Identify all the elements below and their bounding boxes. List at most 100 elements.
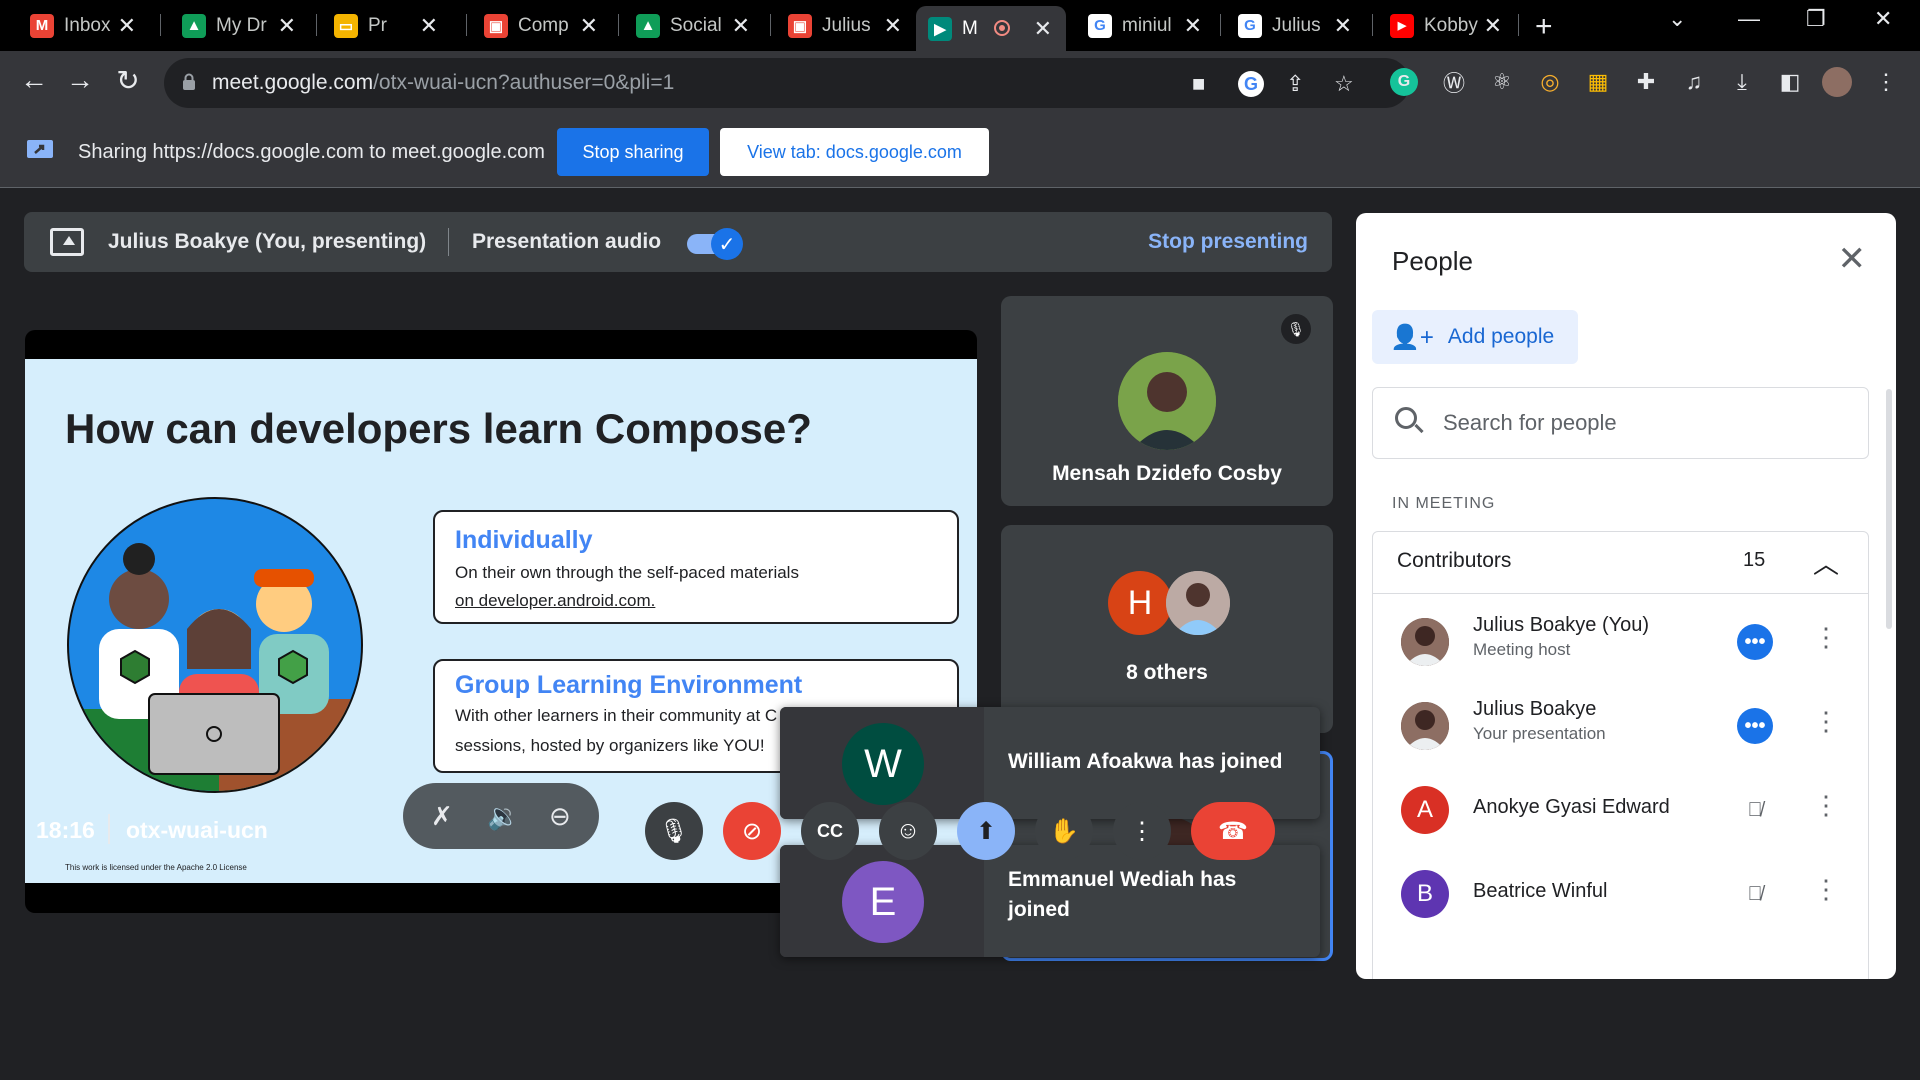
presentation-audio-toggle[interactable]: ✓ bbox=[687, 228, 743, 260]
cookie-extension-icon[interactable]: ◎ bbox=[1534, 66, 1566, 98]
download-icon[interactable]: ⤓ bbox=[1726, 66, 1758, 98]
audio-level-icon: ••• bbox=[1737, 708, 1773, 744]
more-vert-icon[interactable]: ⋮ bbox=[1813, 790, 1839, 821]
notes-extension-icon[interactable]: ▦ bbox=[1582, 66, 1614, 98]
close-icon[interactable]: ✕ bbox=[1484, 13, 1502, 39]
more-vert-icon[interactable]: ⋮ bbox=[1813, 874, 1839, 905]
restore-icon[interactable]: ❐ bbox=[1806, 6, 1826, 32]
add-person-icon: 👤+ bbox=[1390, 323, 1434, 351]
lock-icon bbox=[183, 73, 195, 90]
close-icon[interactable]: ✕ bbox=[1334, 13, 1352, 39]
participant-row: B Beatrice Winful 🎙̸ ⋮ bbox=[1373, 852, 1868, 936]
close-icon[interactable]: ✕ bbox=[1838, 239, 1867, 279]
captions-button[interactable]: CC bbox=[801, 802, 859, 860]
group-count: 15 bbox=[1743, 549, 1766, 571]
minimize-icon[interactable]: — bbox=[1738, 6, 1760, 32]
camera-off-button[interactable]: ⊘ bbox=[723, 802, 781, 860]
remove-icon[interactable]: ⊖ bbox=[549, 801, 571, 832]
participant-role: Your presentation bbox=[1473, 724, 1606, 743]
close-icon[interactable]: ✕ bbox=[278, 13, 296, 39]
back-icon[interactable]: ← bbox=[16, 64, 52, 96]
emoji-icon: ☺ bbox=[895, 817, 921, 844]
tab-meet-active[interactable]: ▶ M ✕ bbox=[916, 6, 1066, 51]
close-icon[interactable]: ✕ bbox=[1034, 16, 1052, 42]
participant-tile[interactable]: 🎙 Mensah Dzidefo Cosby bbox=[1001, 296, 1333, 506]
tab-miniul[interactable]: G miniul ✕ bbox=[1076, 8, 1216, 43]
meet-stage: Julius Boakye (You, presenting) Presenta… bbox=[0, 189, 1920, 1080]
participant-row: Julius Boakye (You) Meeting host ••• ⋮ bbox=[1373, 600, 1868, 684]
tab-inbox[interactable]: M Inbox ✕ bbox=[18, 8, 150, 43]
hand-icon: ✋ bbox=[1049, 817, 1079, 845]
reload-icon[interactable]: ↻ bbox=[110, 64, 146, 97]
tab-compose[interactable]: ▣ Comp ✕ bbox=[472, 8, 612, 43]
chevron-up-icon[interactable]: ︿ bbox=[1813, 544, 1839, 581]
tab-social[interactable]: ▲ Social ✕ bbox=[624, 8, 764, 43]
window-close-icon[interactable]: ✕ bbox=[1874, 6, 1892, 32]
tab-presentation[interactable]: ▭ Pr ✕ bbox=[322, 8, 452, 43]
hang-up-icon: ☎ bbox=[1218, 817, 1248, 845]
present-now-button[interactable]: ⬆ bbox=[957, 802, 1015, 860]
tab-sharing-bar: Sharing https://docs.google.com to meet.… bbox=[0, 115, 1920, 188]
add-people-button[interactable]: 👤+ Add people bbox=[1372, 310, 1578, 364]
contributors-header[interactable]: Contributors 15 ︿ bbox=[1373, 532, 1868, 594]
chrome-menu-icon[interactable]: ⋮ bbox=[1870, 66, 1902, 98]
new-tab-button[interactable]: + bbox=[1535, 10, 1553, 44]
raise-hand-button[interactable]: ✋ bbox=[1035, 802, 1093, 860]
react-devtools-icon[interactable]: ⚛ bbox=[1486, 66, 1518, 98]
youtube-icon: ▶ bbox=[1390, 13, 1414, 38]
bookmark-star-icon[interactable]: ☆ bbox=[1334, 71, 1354, 97]
more-options-button[interactable]: ⋮ bbox=[1113, 802, 1171, 860]
meeting-code: otx-wuai-ucn bbox=[126, 817, 268, 843]
view-tab-button[interactable]: View tab: docs.google.com bbox=[720, 128, 989, 176]
avatar bbox=[1166, 571, 1230, 635]
check-icon: ✓ bbox=[711, 228, 743, 260]
share-icon[interactable]: ⇪ bbox=[1286, 71, 1304, 97]
close-icon[interactable]: ✕ bbox=[420, 13, 438, 39]
camera-icon[interactable]: ■ bbox=[1192, 71, 1205, 97]
wordpress-extension-icon[interactable]: Ⓦ bbox=[1438, 66, 1470, 98]
profile-avatar[interactable] bbox=[1822, 67, 1852, 97]
volume-icon[interactable]: 🔉 bbox=[487, 801, 519, 832]
avatar: W bbox=[842, 723, 924, 805]
close-icon[interactable]: ✕ bbox=[1184, 13, 1202, 39]
forward-icon[interactable]: → bbox=[62, 64, 98, 96]
join-notification: E Emmanuel Wediah has joined bbox=[780, 845, 1320, 957]
extensions-puzzle-icon[interactable]: ✚ bbox=[1630, 66, 1662, 98]
google-lens-icon[interactable]: G bbox=[1238, 71, 1264, 97]
tab-julius-search[interactable]: G Julius ✕ bbox=[1226, 8, 1366, 43]
search-people-input[interactable]: Search for people bbox=[1372, 387, 1869, 459]
close-icon[interactable]: ✕ bbox=[580, 13, 598, 39]
meeting-time: 18:16 bbox=[36, 817, 95, 843]
microphone-button[interactable]: 🎙 bbox=[645, 802, 703, 860]
notification-text: William Afoakwa has joined bbox=[1008, 750, 1283, 773]
tab-kobby-youtube[interactable]: ▶ Kobby ✕ bbox=[1378, 8, 1516, 43]
presenter-label: Julius Boakye (You, presenting) bbox=[108, 230, 427, 253]
avatar: A bbox=[1401, 786, 1449, 834]
card-heading: Group Learning Environment bbox=[455, 671, 803, 699]
present-screen-icon bbox=[50, 228, 84, 256]
grammarly-icon[interactable]: G bbox=[1390, 68, 1418, 96]
tab-my-drive[interactable]: ▲ My Dr ✕ bbox=[170, 8, 310, 43]
close-icon[interactable]: ✕ bbox=[732, 13, 750, 39]
stop-sharing-button[interactable]: Stop sharing bbox=[557, 128, 709, 176]
media-control-icon[interactable]: ♫ bbox=[1678, 66, 1710, 98]
card-heading: Individually bbox=[455, 526, 593, 554]
mic-off-icon: 🎙̸ bbox=[1747, 882, 1763, 905]
side-panel-icon[interactable]: ◧ bbox=[1774, 66, 1806, 98]
tab-search-icon[interactable]: ⌄ bbox=[1668, 6, 1686, 32]
address-bar[interactable]: meet.google.com/otx-wuai-ucn?authuser=0&… bbox=[164, 58, 1410, 108]
others-tile[interactable]: H 8 others bbox=[1001, 525, 1333, 733]
more-vert-icon[interactable]: ⋮ bbox=[1813, 706, 1839, 737]
close-icon[interactable]: ✕ bbox=[118, 13, 136, 39]
leave-call-button[interactable]: ☎ bbox=[1191, 802, 1275, 860]
tab-label: Pr bbox=[368, 14, 387, 36]
reactions-button[interactable]: ☺ bbox=[879, 802, 937, 860]
panel-scrollbar[interactable] bbox=[1886, 389, 1892, 629]
more-vert-icon[interactable]: ⋮ bbox=[1813, 622, 1839, 653]
close-icon[interactable]: ✕ bbox=[884, 13, 902, 39]
mic-off-icon[interactable]: ✗ bbox=[431, 801, 453, 832]
tab-julius-slides[interactable]: ▣ Julius ✕ bbox=[776, 8, 916, 43]
audio-level-icon: ••• bbox=[1737, 624, 1773, 660]
stop-presenting-button[interactable]: Stop presenting bbox=[1148, 230, 1308, 254]
card-individually: Individually On their own through the se… bbox=[433, 510, 959, 624]
